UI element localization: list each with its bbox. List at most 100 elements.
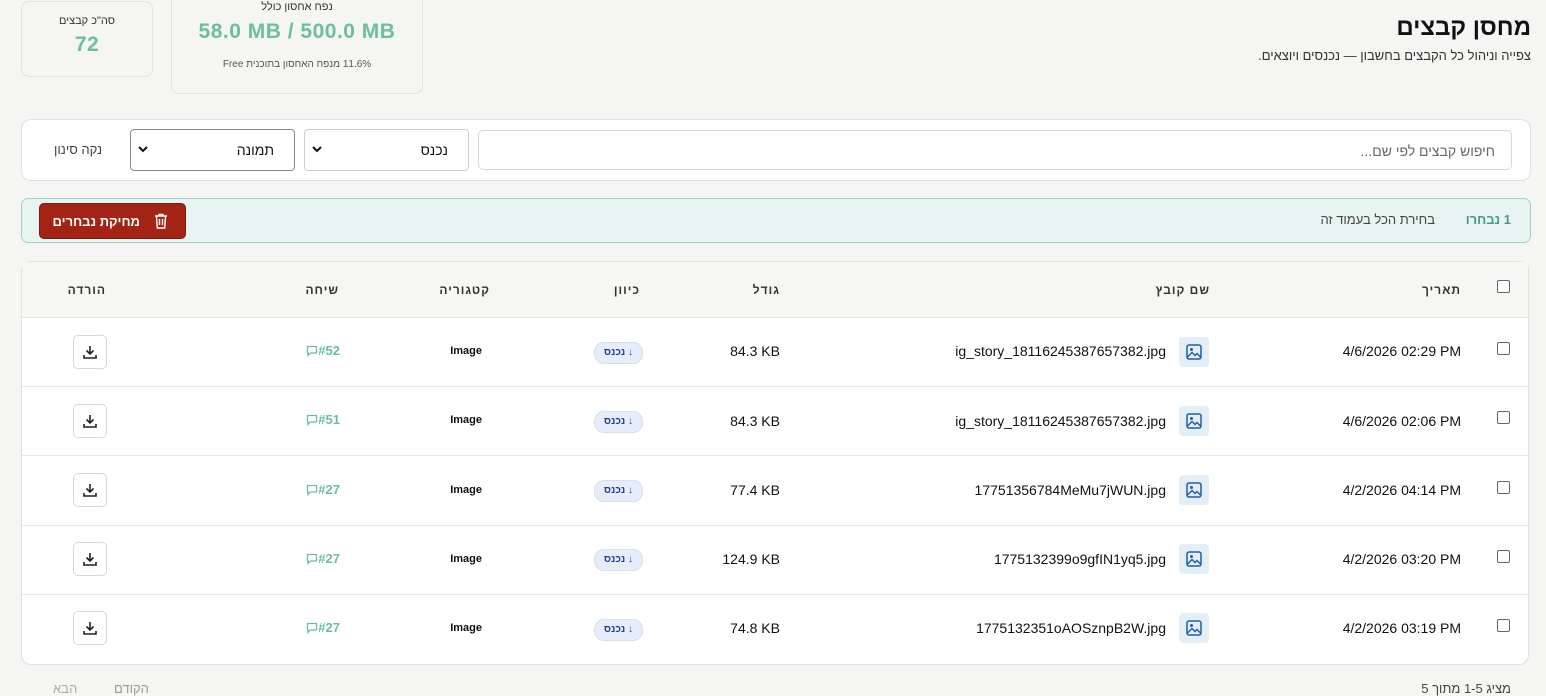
row-category: Image: [450, 414, 482, 426]
row-checkbox[interactable]: [1497, 619, 1510, 632]
storage-stat-value: 58.0 MB / 500.0 MB: [198, 20, 396, 43]
row-checkbox[interactable]: [1497, 342, 1510, 355]
row-chat-link[interactable]: #27: [302, 620, 340, 635]
row-file-icon[interactable]: [1179, 475, 1209, 505]
files-table: [21, 261, 1529, 665]
select-all-checkbox[interactable]: [1497, 280, 1510, 293]
search-placeholder: חיפוש קבצים לפי שם...: [1360, 143, 1495, 159]
row-checkbox[interactable]: [1497, 550, 1510, 563]
row-chat-link[interactable]: #27: [302, 482, 340, 497]
row-direction-badge: נכנס ↓: [594, 549, 643, 571]
pagination-count: מציג 1-5 מתוך 5: [1421, 681, 1511, 696]
download-icon: [83, 553, 97, 566]
clear-filter-button[interactable]: נקה סינון: [54, 142, 102, 157]
storage-stat-card: נפח אחסון כולל 58.0 MB / 500.0 MB 11.6% …: [171, 0, 423, 94]
column-header-download: הורדה: [67, 283, 106, 297]
row-filename[interactable]: ig_story_18116245387657382.jpg: [955, 413, 1166, 429]
row-checkbox[interactable]: [1497, 411, 1510, 424]
image-icon: [1186, 344, 1202, 360]
download-icon: [83, 622, 97, 635]
row-size: 84.3 KB: [730, 343, 780, 359]
row-direction-badge: נכנס ↓: [594, 342, 643, 364]
row-chat-link[interactable]: #51: [302, 412, 340, 427]
row-divider: [22, 386, 1528, 387]
page-subtitle: צפייה וניהול כל הקבצים בחשבון — נכנסים ו…: [1258, 48, 1531, 63]
column-header-filename[interactable]: שם קובץ: [1156, 283, 1210, 297]
row-download-button[interactable]: [73, 611, 107, 645]
image-icon: [1186, 620, 1202, 636]
chat-icon: [307, 414, 318, 427]
files-stat-value: 72: [74, 33, 100, 56]
select-all-page-button[interactable]: בחירת הכל בעמוד זה: [1320, 212, 1435, 227]
column-header-direction[interactable]: כיוון: [614, 283, 640, 297]
category-select[interactable]: תמונה: [130, 129, 295, 171]
pagination-prev-button[interactable]: הקודם: [114, 681, 149, 696]
selection-bar: [21, 198, 1531, 243]
chat-icon: [307, 484, 318, 497]
files-stat-card: סה"כ קבצים 72: [21, 1, 153, 77]
column-header-chat[interactable]: שיחה: [305, 283, 339, 297]
row-date: 4/6/2026 02:29 PM: [1342, 343, 1461, 359]
row-filename[interactable]: 1775132351oAOSznpB2W.jpg: [976, 620, 1166, 636]
pagination-next-button[interactable]: הבא: [53, 681, 77, 696]
row-direction-badge: נכנס ↓: [594, 411, 643, 433]
row-category: Image: [450, 484, 482, 496]
row-download-button[interactable]: [73, 542, 107, 576]
download-icon: [83, 346, 97, 359]
row-divider: [22, 455, 1528, 456]
row-size: 84.3 KB: [730, 413, 780, 429]
row-chat-link[interactable]: #27: [302, 551, 340, 566]
row-direction-badge: נכנס ↓: [594, 480, 643, 502]
row-filename[interactable]: 1775132399o9gfIN1yq5.jpg: [994, 551, 1166, 567]
storage-stat-note: 11.6% מנפח האחסון בתוכנית Free: [222, 59, 372, 70]
trash-icon: [155, 213, 167, 229]
chat-icon: [307, 553, 318, 566]
download-icon: [83, 415, 97, 428]
row-checkbox[interactable]: [1497, 481, 1510, 494]
direction-select[interactable]: נכנס: [304, 129, 469, 171]
row-chat-id: #51: [318, 412, 340, 427]
storage-stat-label: נפח אחסון כולל: [261, 1, 333, 13]
row-date: 4/2/2026 04:14 PM: [1342, 482, 1461, 498]
row-category: Image: [450, 553, 482, 565]
row-date: 4/2/2026 03:19 PM: [1342, 620, 1461, 636]
row-date: 4/6/2026 02:06 PM: [1342, 413, 1461, 429]
row-download-button[interactable]: [73, 473, 107, 507]
search-input[interactable]: חיפוש קבצים לפי שם...: [478, 130, 1512, 170]
row-divider: [22, 594, 1528, 595]
row-size: 77.4 KB: [730, 482, 780, 498]
chevron-down-icon: [312, 146, 322, 153]
delete-selected-label: מחיקת נבחרים: [52, 214, 140, 229]
chat-icon: [307, 622, 318, 635]
row-file-icon[interactable]: [1179, 613, 1209, 643]
row-file-icon[interactable]: [1179, 544, 1209, 574]
row-download-button[interactable]: [73, 335, 107, 369]
row-chat-id: #52: [318, 343, 340, 358]
files-stat-label: סה"כ קבצים: [59, 15, 115, 27]
row-chat-id: #27: [318, 551, 340, 566]
row-chat-link[interactable]: #52: [302, 343, 340, 358]
image-icon: [1186, 551, 1202, 567]
row-divider: [22, 525, 1528, 526]
download-icon: [83, 484, 97, 497]
chevron-down-icon: [138, 146, 148, 153]
chat-icon: [307, 345, 318, 358]
page-title: מחסן קבצים: [1396, 14, 1531, 41]
direction-select-value: נכנס: [420, 142, 448, 158]
row-file-icon[interactable]: [1179, 406, 1209, 436]
column-header-date[interactable]: תאריך: [1422, 283, 1461, 297]
row-direction-badge: נכנס ↓: [594, 619, 643, 641]
row-category: Image: [450, 345, 482, 357]
row-filename[interactable]: 17751356784MeMu7jWUN.jpg: [975, 482, 1166, 498]
row-chat-id: #27: [318, 620, 340, 635]
column-header-category[interactable]: קטגוריה: [439, 283, 490, 297]
column-header-size[interactable]: גודל: [753, 283, 780, 297]
row-download-button[interactable]: [73, 404, 107, 438]
delete-selected-button[interactable]: מחיקת נבחרים: [39, 203, 186, 239]
image-icon: [1186, 482, 1202, 498]
row-filename[interactable]: ig_story_18116245387657382.jpg: [955, 343, 1166, 359]
row-date: 4/2/2026 03:20 PM: [1342, 551, 1461, 567]
selected-count: 1 נבחרו: [1465, 212, 1511, 227]
row-chat-id: #27: [318, 482, 340, 497]
row-file-icon[interactable]: [1179, 337, 1209, 367]
